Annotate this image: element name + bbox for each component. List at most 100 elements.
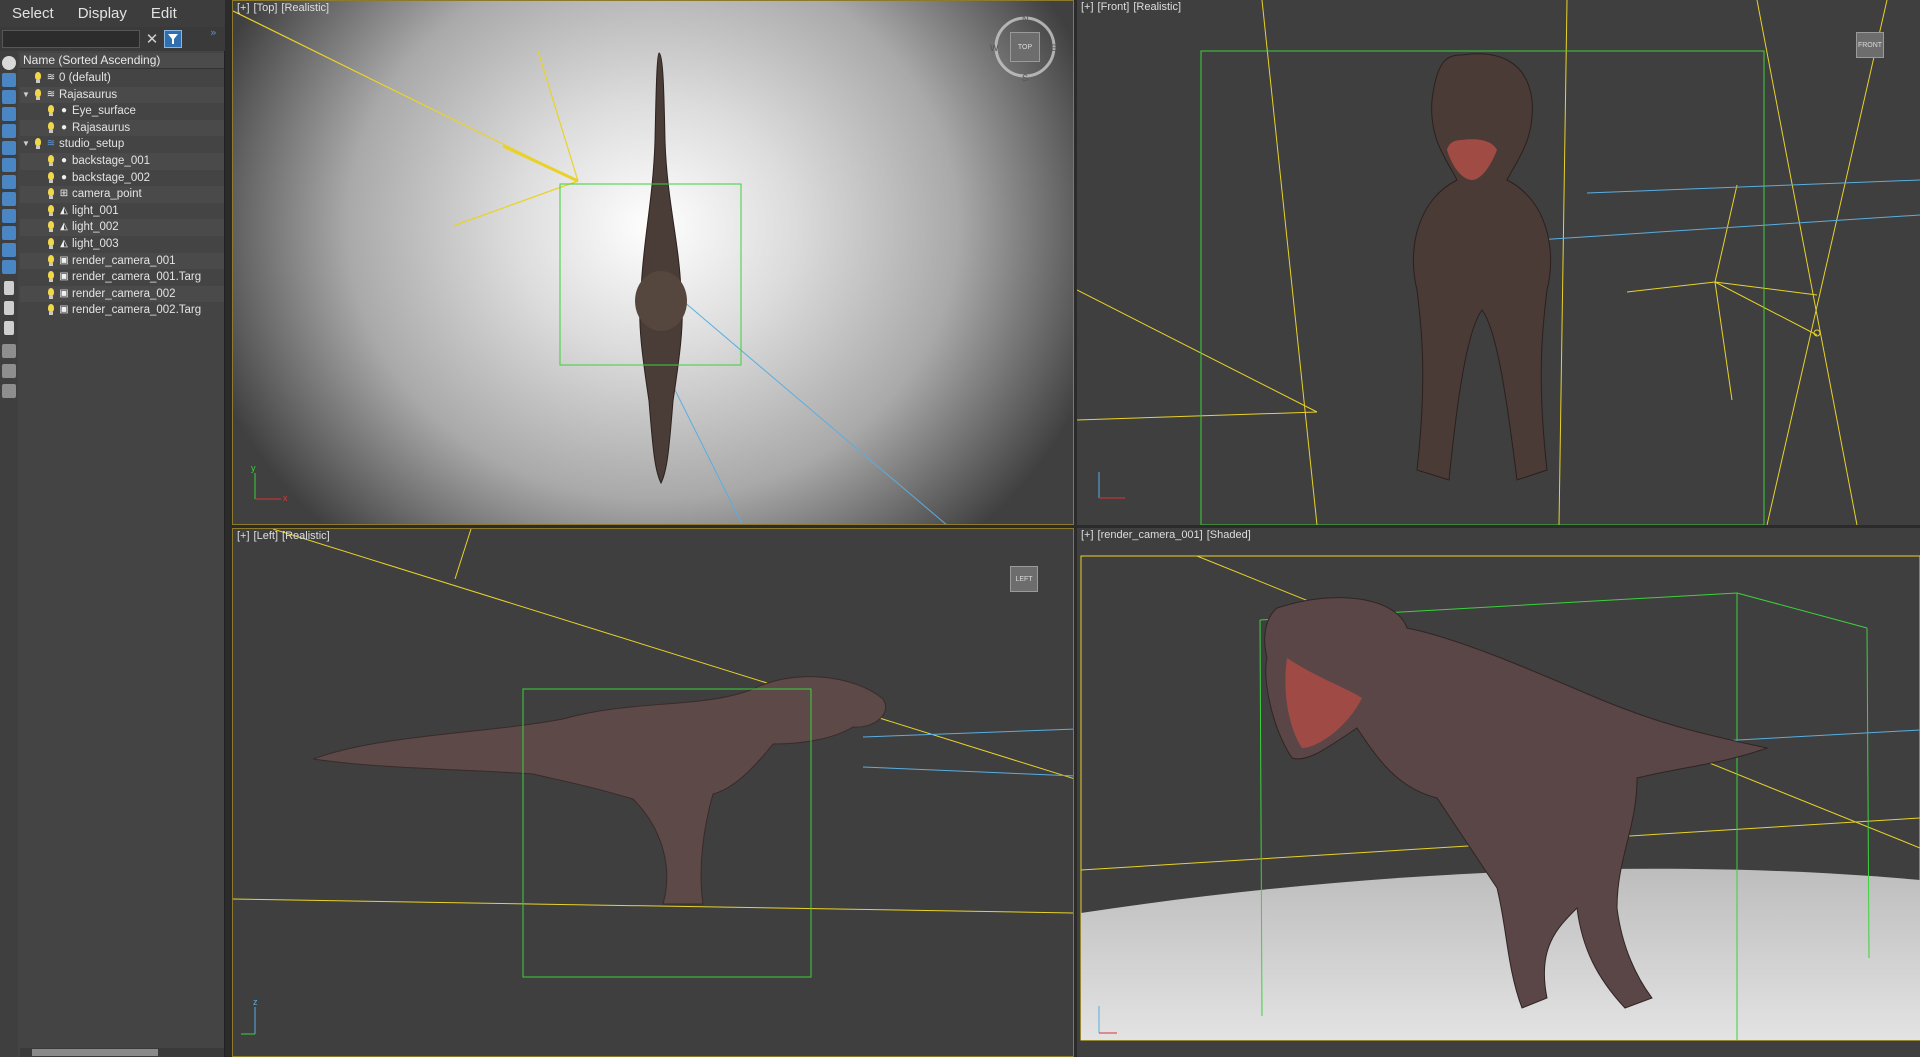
light-icon: ◭ (60, 204, 68, 216)
tree-row-label: light_001 (72, 204, 119, 217)
viewport-camera[interactable]: [+] [render_camera_001] [Shaded] (1077, 528, 1920, 1057)
compass-north-label: N (1022, 14, 1029, 24)
display-bones-icon[interactable] (2, 192, 16, 206)
visibility-bulb-icon[interactable] (48, 121, 54, 133)
visibility-bulb-icon[interactable] (48, 254, 54, 266)
layer-manager-icon[interactable] (2, 384, 16, 398)
visibility-bulb-icon[interactable] (35, 72, 41, 83)
visibility-bulb-icon[interactable] (48, 204, 54, 216)
visibility-bulb-icon[interactable] (48, 154, 54, 166)
viewport-point-of-view[interactable]: [render_camera_001] (1098, 529, 1203, 541)
camera-icon: ▣ (59, 287, 69, 299)
top-view-scene: y x N E S W (233, 10, 1057, 524)
tree-row[interactable]: ▼ ≋ studio_setup (20, 136, 224, 153)
viewport-menu[interactable]: [+] (1081, 1, 1094, 13)
visibility-bulb-icon[interactable] (48, 271, 54, 283)
viewport-shading[interactable]: [Realistic] (282, 530, 330, 542)
visibility-bulb-icon[interactable] (48, 237, 54, 249)
viewcube[interactable]: FRONT (1856, 32, 1884, 58)
tree-row[interactable]: ▣ render_camera_001 (20, 252, 224, 270)
clear-search-icon[interactable]: ✕ (144, 30, 160, 48)
viewport-label[interactable]: [+] [Top] [Realistic] (237, 2, 333, 14)
tree-row[interactable]: ◭ light_003 (20, 236, 224, 253)
tree-row-label: backstage_002 (72, 171, 151, 184)
menu-bar: Select Display Edit (0, 0, 225, 27)
tree-row[interactable]: ◭ light_001 (20, 203, 224, 220)
expand-toggle-icon[interactable]: ▼ (22, 136, 32, 153)
search-row: ✕ (0, 27, 225, 51)
display-groups-icon[interactable] (2, 158, 16, 172)
viewport-point-of-view[interactable]: [Front] (1098, 1, 1130, 13)
viewport-menu[interactable]: [+] (1081, 529, 1094, 541)
scrollbar-thumb[interactable] (32, 1049, 158, 1056)
display-cameras-icon[interactable] (2, 107, 16, 121)
visibility-bulb-icon[interactable] (35, 138, 41, 150)
expand-toggle-icon[interactable]: ▼ (22, 87, 32, 104)
viewport-left[interactable]: [+] [Left] [Realistic] z LEFT (232, 528, 1074, 1057)
display-frozen-icon[interactable] (2, 226, 16, 240)
tree-row[interactable]: ▣ render_camera_001.Targ (20, 269, 224, 286)
tree-row[interactable]: ● backstage_001 (20, 152, 224, 170)
explorer-toolbar (0, 51, 18, 1057)
viewport-label[interactable]: [+] [Front] [Realistic] (1081, 1, 1185, 13)
viewport-shading[interactable]: [Shaded] (1207, 529, 1251, 541)
display-xrefs-icon[interactable] (2, 175, 16, 189)
axis-z-label: z (253, 997, 258, 1007)
expand-panel-icon[interactable]: » (210, 26, 224, 42)
tree-row[interactable]: ⊞ camera_point (20, 186, 224, 203)
tree-row-label: Eye_surface (72, 105, 136, 118)
tree-row-label: render_camera_001.Targ (72, 271, 202, 284)
tree-row[interactable]: ● Eye_surface (20, 103, 224, 120)
display-lights-icon[interactable] (2, 90, 16, 104)
display-all-icon[interactable] (2, 260, 16, 274)
viewport-menu[interactable]: [+] (237, 2, 250, 14)
display-spacewarps-icon[interactable] (2, 141, 16, 155)
horizontal-scrollbar[interactable] (20, 1048, 224, 1057)
display-helpers-icon[interactable] (2, 124, 16, 138)
display-containers-icon[interactable] (2, 209, 16, 223)
viewport-label[interactable]: [+] [render_camera_001] [Shaded] (1081, 529, 1255, 541)
display-geometry-icon[interactable] (2, 56, 16, 70)
viewport-point-of-view[interactable]: [Left] (254, 530, 278, 542)
display-shapes-icon[interactable] (2, 73, 16, 87)
sphere-icon: ● (60, 105, 68, 117)
menu-select[interactable]: Select (0, 0, 66, 27)
filter-toggle-icon[interactable] (2, 344, 16, 358)
sphere-icon: ● (60, 154, 68, 166)
viewcube[interactable]: TOP (1010, 32, 1040, 62)
viewport-top[interactable]: [+] [Top] [Realistic] y x N E S W TOP (232, 0, 1074, 525)
tree-row[interactable]: ● backstage_002 (20, 170, 224, 187)
visibility-bulb-icon[interactable] (48, 171, 54, 183)
tree-row[interactable]: ● Rajasaurus (20, 119, 224, 137)
camera-icon: ▣ (59, 271, 69, 283)
sort-icon[interactable] (4, 321, 14, 335)
viewport-shading[interactable]: [Realistic] (281, 2, 329, 14)
visibility-bulb-icon[interactable] (48, 221, 54, 233)
viewcube[interactable]: LEFT (1010, 566, 1038, 592)
tree-row[interactable]: ▼ ≋ Rajasaurus (20, 86, 224, 104)
tree-row[interactable]: ▣ render_camera_002 (20, 285, 224, 303)
viewport-menu[interactable]: [+] (237, 530, 250, 542)
visibility-bulb-icon[interactable] (48, 304, 54, 316)
tree-row[interactable]: ▣ render_camera_002.Targ (20, 302, 224, 319)
search-input[interactable] (2, 30, 140, 48)
viewport-shading[interactable]: [Realistic] (1133, 1, 1181, 13)
display-hidden-icon[interactable] (2, 243, 16, 257)
menu-display[interactable]: Display (66, 0, 139, 27)
axis-y-label: y (251, 463, 256, 473)
invert-display-icon[interactable] (4, 301, 14, 315)
tree-row[interactable]: ≋ 0 (default) (20, 70, 224, 87)
hierarchy-icon[interactable] (2, 364, 16, 378)
viewport-front[interactable]: [+] [Front] [Realistic] FRONT (1077, 0, 1920, 525)
visibility-bulb-icon[interactable] (48, 287, 54, 299)
tree-row[interactable]: ◭ light_002 (20, 219, 224, 236)
filter-icon[interactable] (164, 30, 182, 48)
display-none-icon[interactable] (4, 281, 14, 295)
tree-column-header[interactable]: Name (Sorted Ascending) (20, 53, 224, 69)
visibility-bulb-icon[interactable] (35, 88, 41, 100)
viewport-label[interactable]: [+] [Left] [Realistic] (237, 530, 334, 542)
visibility-bulb-icon[interactable] (48, 188, 54, 200)
visibility-bulb-icon[interactable] (48, 105, 54, 117)
viewport-point-of-view[interactable]: [Top] (254, 2, 278, 14)
menu-edit[interactable]: Edit (139, 0, 189, 27)
